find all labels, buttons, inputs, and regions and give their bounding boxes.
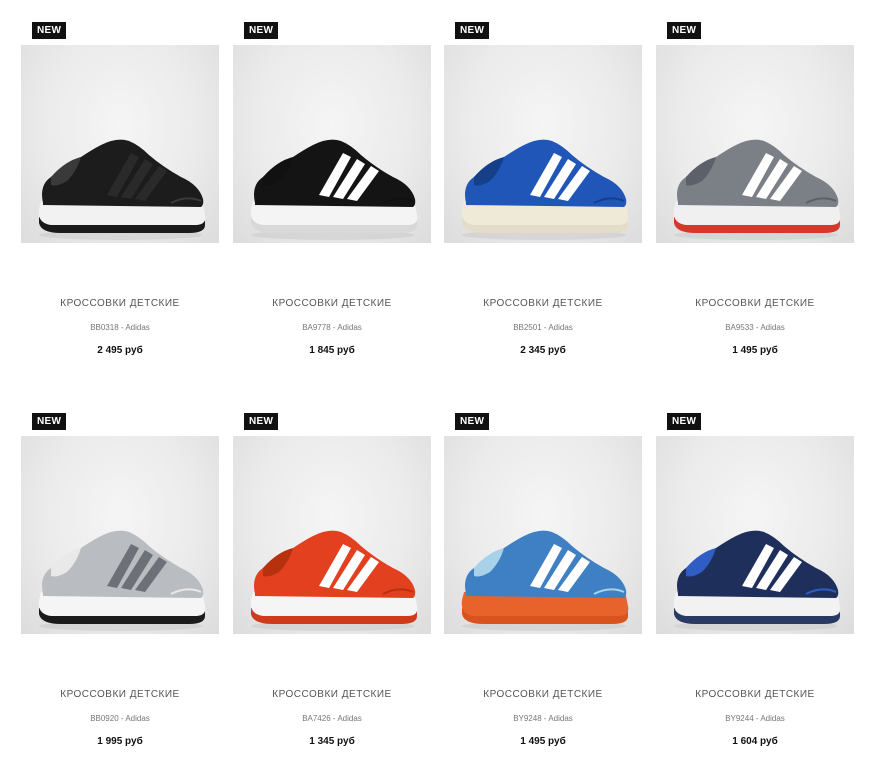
product-brand: Adidas <box>548 714 573 723</box>
product-brand: Adidas <box>548 323 573 332</box>
product-sku: BA9533 <box>725 323 754 332</box>
new-badge: NEW <box>32 22 67 39</box>
product-brand: Adidas <box>337 714 362 723</box>
product-sku: BA7426 <box>302 714 331 723</box>
product-sku: BY9248 <box>513 714 542 723</box>
product-sku: BB0318 <box>90 323 119 332</box>
product-price: 1 845 руб <box>309 345 355 356</box>
product-price: 1 604 руб <box>732 736 778 747</box>
product-brand: Adidas <box>760 714 785 723</box>
product-brand: Adidas <box>337 323 362 332</box>
product-meta: BB2501 - Adidas <box>444 323 642 332</box>
product-image[interactable] <box>444 45 642 243</box>
new-badge: NEW <box>667 22 702 39</box>
product-image[interactable] <box>656 45 854 243</box>
product-card[interactable]: NEW КРОССОВКИ ДЕТСКИЕ BA7426 - Adidas 1 … <box>233 413 431 753</box>
product-title[interactable]: КРОССОВКИ ДЕТСКИЕ <box>21 298 219 309</box>
product-title[interactable]: КРОССОВКИ ДЕТСКИЕ <box>656 298 854 309</box>
product-image[interactable] <box>21 436 219 634</box>
product-brand: Adidas <box>125 323 150 332</box>
product-meta: BB0318 - Adidas <box>21 323 219 332</box>
product-card[interactable]: NEW КРОССОВКИ ДЕТСКИЕ BY9244 - Adidas 1 … <box>656 413 854 753</box>
product-card[interactable]: NEW КРОССОВКИ ДЕТСКИЕ BA9533 - Adidas 1 … <box>656 22 854 362</box>
product-image[interactable] <box>233 45 431 243</box>
new-badge: NEW <box>244 22 279 39</box>
product-card[interactable]: NEW КРОССОВКИ ДЕТСКИЕ BA9778 - Adidas 1 … <box>233 22 431 362</box>
product-price: 1 345 руб <box>309 736 355 747</box>
product-meta: BA9533 - Adidas <box>656 323 854 332</box>
new-badge: NEW <box>455 413 490 430</box>
product-sku: BA9778 <box>302 323 331 332</box>
product-meta: BA7426 - Adidas <box>233 714 431 723</box>
product-title[interactable]: КРОССОВКИ ДЕТСКИЕ <box>444 298 642 309</box>
product-image[interactable] <box>233 436 431 634</box>
product-title[interactable]: КРОССОВКИ ДЕТСКИЕ <box>444 689 642 700</box>
product-title[interactable]: КРОССОВКИ ДЕТСКИЕ <box>656 689 854 700</box>
product-brand: Adidas <box>125 714 150 723</box>
new-badge: NEW <box>244 413 279 430</box>
product-card[interactable]: NEW КРОССОВКИ ДЕТСКИЕ BB0318 - Adidas 2 … <box>21 22 219 362</box>
product-title[interactable]: КРОССОВКИ ДЕТСКИЕ <box>233 689 431 700</box>
product-meta: BY9244 - Adidas <box>656 714 854 723</box>
product-image[interactable] <box>21 45 219 243</box>
product-sku: BB2501 <box>513 323 542 332</box>
product-brand: Adidas <box>760 323 785 332</box>
product-price: 2 345 руб <box>520 345 566 356</box>
product-title[interactable]: КРОССОВКИ ДЕТСКИЕ <box>233 298 431 309</box>
product-meta: BB0920 - Adidas <box>21 714 219 723</box>
product-sku: BB0920 <box>90 714 119 723</box>
product-price: 1 995 руб <box>97 736 143 747</box>
product-image[interactable] <box>444 436 642 634</box>
product-card[interactable]: NEW КРОССОВКИ ДЕТСКИЕ BB0920 - Adidas 1 … <box>21 413 219 753</box>
product-card[interactable]: NEW КРОССОВКИ ДЕТСКИЕ BB2501 - Adidas 2 … <box>444 22 642 362</box>
product-meta: BA9778 - Adidas <box>233 323 431 332</box>
product-price: 1 495 руб <box>732 345 778 356</box>
product-meta: BY9248 - Adidas <box>444 714 642 723</box>
new-badge: NEW <box>32 413 67 430</box>
new-badge: NEW <box>667 413 702 430</box>
new-badge: NEW <box>455 22 490 39</box>
product-price: 2 495 руб <box>97 345 143 356</box>
product-image[interactable] <box>656 436 854 634</box>
product-sku: BY9244 <box>725 714 754 723</box>
product-title[interactable]: КРОССОВКИ ДЕТСКИЕ <box>21 689 219 700</box>
product-price: 1 495 руб <box>520 736 566 747</box>
product-card[interactable]: NEW КРОССОВКИ ДЕТСКИЕ BY9248 - Adidas 1 … <box>444 413 642 753</box>
